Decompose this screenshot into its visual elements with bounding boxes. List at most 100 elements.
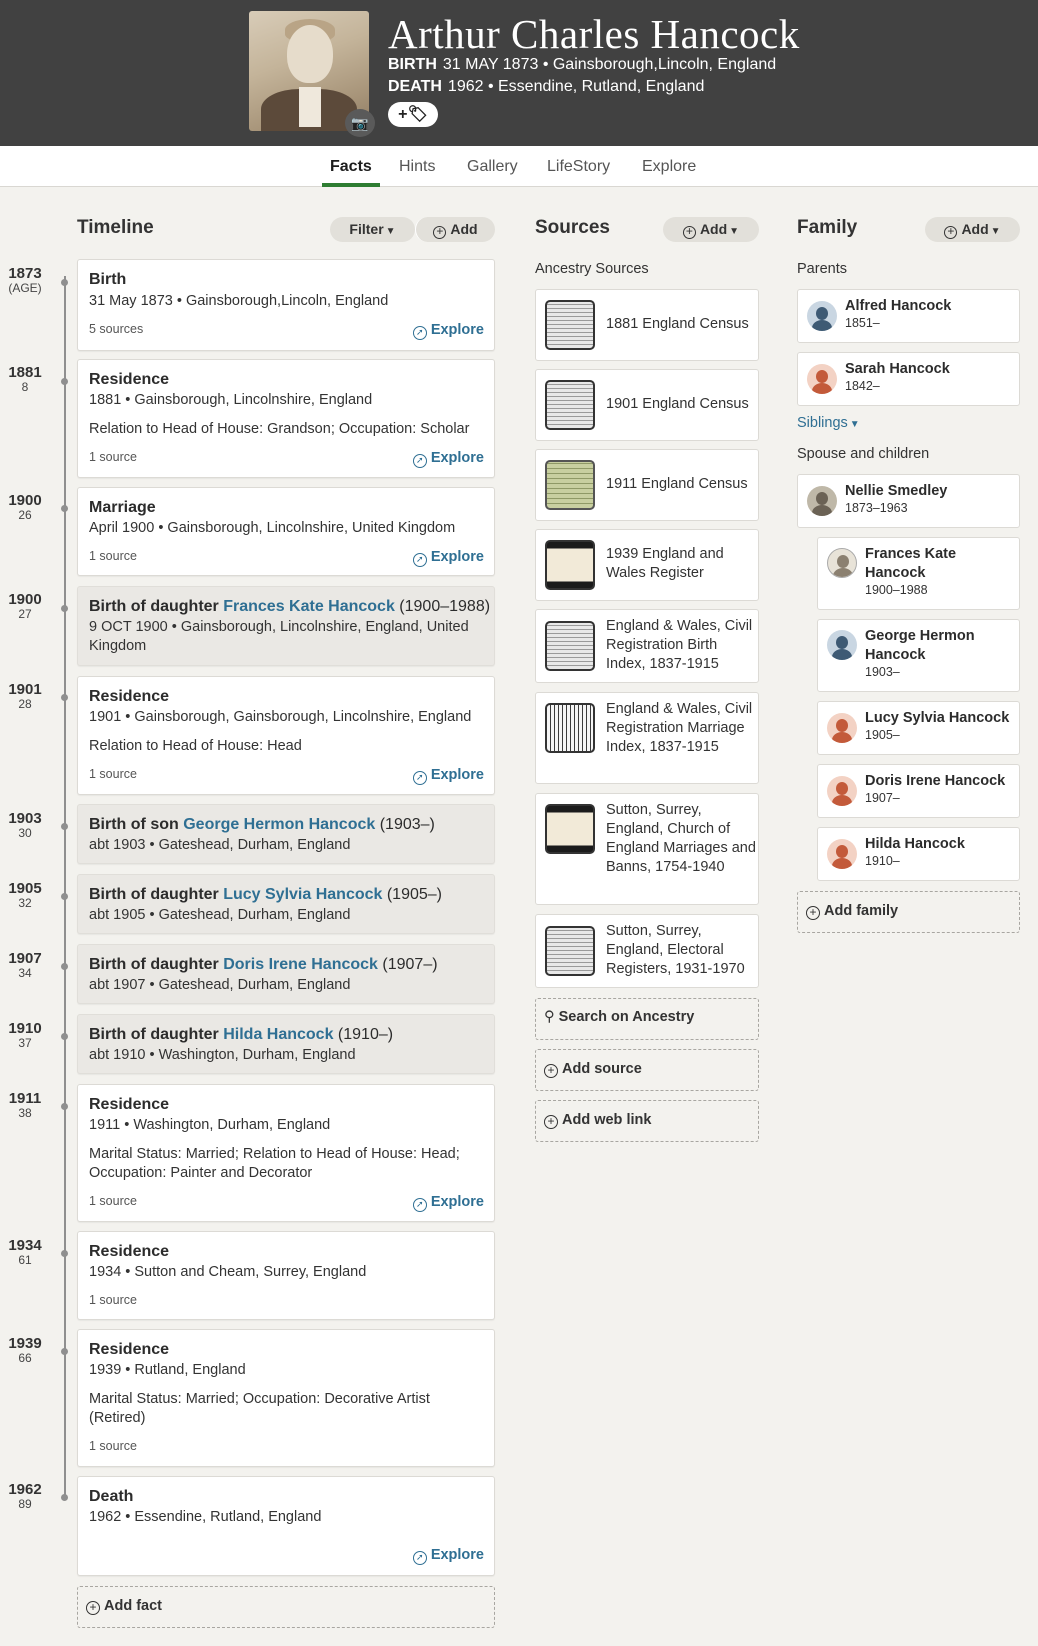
member-dates: 1851– <box>845 316 880 330</box>
sources-title: Sources <box>535 217 610 238</box>
spouse-card[interactable]: Nellie Smedley 1873–1963 <box>797 474 1020 528</box>
tab-gallery[interactable]: Gallery <box>467 158 518 176</box>
event-sources[interactable]: 1 source <box>89 1194 137 1208</box>
timeline-dot <box>61 505 68 512</box>
event-note: Relation to Head of House: Head <box>89 738 302 754</box>
add-web-link-button[interactable]: + Add web link <box>535 1100 759 1142</box>
add-source-button[interactable]: + Add source <box>535 1049 759 1091</box>
event-title: Death <box>89 1488 134 1505</box>
event-sources[interactable]: 1 source <box>89 1293 137 1307</box>
avatar <box>827 839 857 869</box>
search-ancestry-button[interactable]: ⚲ Search on Ancestry <box>535 998 759 1040</box>
compass-icon: ➚ <box>412 1198 427 1212</box>
avatar <box>827 776 857 806</box>
child-link[interactable]: George Hermon Hancock <box>183 816 375 833</box>
add-fact-button[interactable]: + Add fact <box>77 1586 495 1628</box>
tab-bar: Facts Hints Gallery LifeStory Explore <box>0 146 1038 187</box>
source-title: 1901 England Census <box>606 396 749 412</box>
add-family-button[interactable]: + Add family <box>797 891 1020 933</box>
explore-link[interactable]: ➚ Explore <box>412 1194 484 1212</box>
child-link[interactable]: Lucy Sylvia Hancock <box>223 886 382 903</box>
tab-facts[interactable]: Facts <box>330 158 372 176</box>
source-card[interactable]: 1881 England Census <box>535 289 759 361</box>
child-link[interactable]: Frances Kate Hancock <box>223 598 395 615</box>
source-title: Sutton, Surrey, England, Electoral Regis… <box>606 923 745 977</box>
event-title: Birth of daughter Frances Kate Hancock (… <box>89 598 491 615</box>
child-card[interactable]: Frances Kate Hancock 1900–1988 <box>817 537 1020 610</box>
event-card-residence[interactable]: Residence 1939 • Rutland, England Marita… <box>77 1329 495 1467</box>
filter-button[interactable]: Filter ▼ <box>330 217 415 242</box>
event-sources[interactable]: 1 source <box>89 767 137 781</box>
parents-label: Parents <box>797 261 847 277</box>
person-name: Arthur Charles Hancock <box>388 11 800 57</box>
siblings-toggle[interactable]: Siblings ▼ <box>797 415 860 431</box>
source-card[interactable]: England & Wales, Civil Registration Birt… <box>535 609 759 683</box>
event-note: Marital Status: Married; Relation to Hea… <box>89 1146 460 1181</box>
explore-link[interactable]: ➚ Explore <box>412 1547 484 1565</box>
source-card[interactable]: 1901 England Census <box>535 369 759 441</box>
child-card[interactable]: Hilda Hancock 1910– <box>817 827 1020 881</box>
event-card-child-birth[interactable]: Birth of daughter Frances Kate Hancock (… <box>77 586 495 666</box>
event-sources[interactable]: 1 source <box>89 549 137 563</box>
event-card-death[interactable]: Death 1962 • Essendine, Rutland, England… <box>77 1476 495 1576</box>
child-link[interactable]: Doris Irene Hancock <box>223 956 378 973</box>
event-card-marriage[interactable]: Marriage April 1900 • Gainsborough, Linc… <box>77 487 495 576</box>
event-sources[interactable]: 1 source <box>89 1439 137 1453</box>
document-thumbnail <box>545 380 595 430</box>
child-card[interactable]: George Hermon Hancock 1903– <box>817 619 1020 692</box>
family-title: Family <box>797 217 858 238</box>
event-detail: 31 May 1873 • Gainsborough,Lincoln, Engl… <box>89 293 389 309</box>
event-sources[interactable]: 1 source <box>89 450 137 464</box>
event-card-birth[interactable]: Birth 31 May 1873 • Gainsborough,Lincoln… <box>77 259 495 351</box>
event-card-child-birth[interactable]: Birth of son George Hermon Hancock (1903… <box>77 804 495 864</box>
source-card[interactable]: 1939 England and Wales Register <box>535 529 759 601</box>
event-card-child-birth[interactable]: Birth of daughter Doris Irene Hancock (1… <box>77 944 495 1004</box>
family-member-card[interactable]: Sarah Hancock 1842– <box>797 352 1020 406</box>
event-detail: 1934 • Sutton and Cheam, Surrey, England <box>89 1264 367 1280</box>
member-name: Nellie Smedley <box>845 483 948 499</box>
event-card-residence[interactable]: Residence 1881 • Gainsborough, Lincolnsh… <box>77 359 495 478</box>
add-source-menu-button[interactable]: + Add ▼ <box>663 217 759 242</box>
document-thumbnail <box>545 804 595 854</box>
event-card-residence[interactable]: Residence 1934 • Sutton and Cheam, Surre… <box>77 1231 495 1320</box>
timeline-year: 1907 34 <box>8 950 42 980</box>
timeline-dot <box>61 1348 68 1355</box>
event-title: Residence <box>89 1341 170 1358</box>
add-family-menu-button[interactable]: + Add ▼ <box>925 217 1020 242</box>
timeline-dot <box>61 963 68 970</box>
timeline-dot <box>61 694 68 701</box>
event-title: Birth of daughter Lucy Sylvia Hancock (1… <box>89 886 442 903</box>
camera-icon[interactable]: 📷 <box>345 109 375 137</box>
add-event-button[interactable]: + Add <box>415 217 495 242</box>
source-card[interactable]: England & Wales, Civil Registration Marr… <box>535 692 759 784</box>
event-note: Relation to Head of House: Grandson; Occ… <box>89 421 470 437</box>
document-thumbnail <box>545 926 595 976</box>
event-card-child-birth[interactable]: Birth of daughter Hilda Hancock (1910–) … <box>77 1014 495 1074</box>
timeline-year: 1939 66 <box>8 1335 42 1365</box>
source-card[interactable]: Sutton, Surrey, England, Church of Engla… <box>535 793 759 905</box>
event-detail: 1939 • Rutland, England <box>89 1362 246 1378</box>
avatar <box>827 713 857 743</box>
child-link[interactable]: Hilda Hancock <box>223 1026 333 1043</box>
source-card[interactable]: 1911 England Census <box>535 449 759 521</box>
chevron-down-icon: ▼ <box>385 226 396 237</box>
event-title: Birth <box>89 271 127 288</box>
document-thumbnail <box>545 460 595 510</box>
child-card[interactable]: Lucy Sylvia Hancock 1905– <box>817 701 1020 755</box>
add-tag-button[interactable]: +🏷 <box>388 102 438 127</box>
tab-lifestory[interactable]: LifeStory <box>547 158 610 176</box>
explore-link[interactable]: ➚ Explore <box>412 767 484 785</box>
explore-link[interactable]: ➚ Explore <box>412 450 484 468</box>
event-sources[interactable]: 5 sources <box>89 322 143 336</box>
tab-hints[interactable]: Hints <box>399 158 435 176</box>
event-detail: abt 1903 • Gateshead, Durham, England <box>89 837 351 853</box>
explore-link[interactable]: ➚ Explore <box>412 549 484 567</box>
family-member-card[interactable]: Alfred Hancock 1851– <box>797 289 1020 343</box>
child-card[interactable]: Doris Irene Hancock 1907– <box>817 764 1020 818</box>
explore-link[interactable]: ➚ Explore <box>412 322 484 340</box>
source-card[interactable]: Sutton, Surrey, England, Electoral Regis… <box>535 914 759 988</box>
event-card-child-birth[interactable]: Birth of daughter Lucy Sylvia Hancock (1… <box>77 874 495 934</box>
event-card-residence[interactable]: Residence 1911 • Washington, Durham, Eng… <box>77 1084 495 1222</box>
event-card-residence[interactable]: Residence 1901 • Gainsborough, Gainsboro… <box>77 676 495 795</box>
tab-explore[interactable]: Explore <box>642 158 696 176</box>
